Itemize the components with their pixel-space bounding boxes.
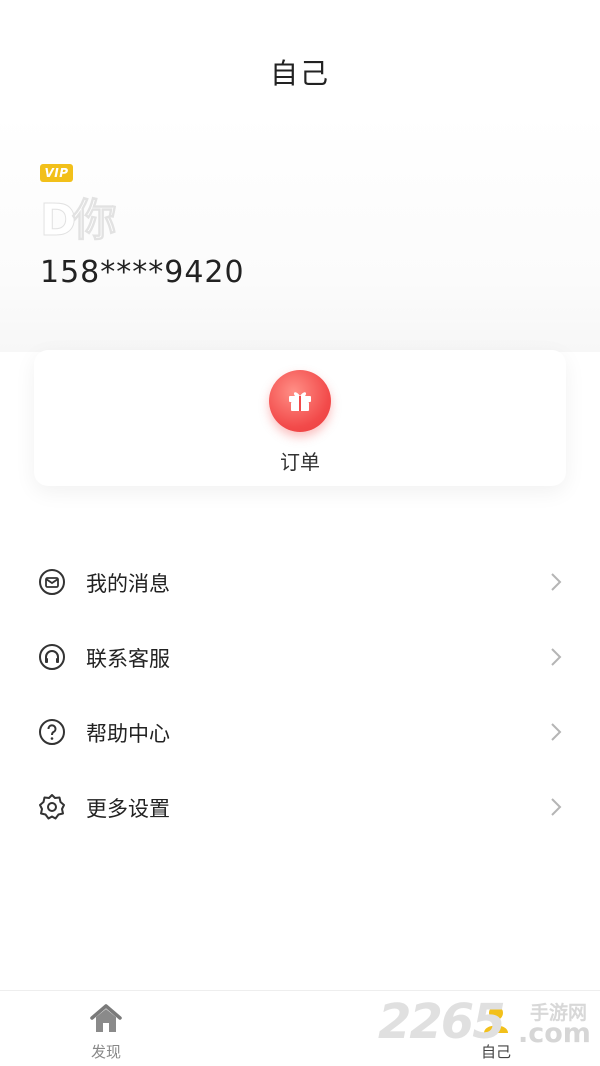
chevron-right-icon — [551, 798, 562, 816]
vip-badge: VIP — [40, 164, 73, 182]
menu-item-label: 我的消息 — [86, 572, 170, 596]
home-icon — [90, 1004, 122, 1032]
chevron-right-icon — [551, 648, 562, 666]
tab-discover[interactable]: 发现 — [66, 997, 146, 1063]
help-icon — [39, 719, 65, 745]
profile-section: VIP D你 158****9420 — [0, 112, 600, 352]
menu-item-more-settings[interactable]: 更多设置 — [0, 769, 600, 844]
menu-item-label: 联系客服 — [86, 647, 170, 671]
watermark-number: 2265 — [378, 994, 506, 1050]
menu-item-help-center[interactable]: 帮助中心 — [0, 694, 600, 769]
headset-icon — [39, 644, 65, 670]
gear-icon — [39, 794, 65, 820]
nickname-logo[interactable]: D你 — [40, 184, 117, 248]
watermark-domain: .com — [518, 1018, 591, 1049]
chevron-right-icon — [551, 723, 562, 741]
chevron-right-icon — [551, 573, 562, 591]
tab-label: 发现 — [90, 1043, 121, 1061]
phone-number: 158****9420 — [40, 255, 245, 290]
order-card[interactable]: 订单 — [34, 350, 566, 486]
menu-item-label: 帮助中心 — [86, 722, 170, 746]
top-bar: 自己 — [0, 0, 600, 112]
menu-item-messages[interactable]: 我的消息 — [0, 544, 600, 619]
vip-badge-label: VIP — [44, 166, 69, 180]
menu-item-label: 更多设置 — [86, 797, 170, 821]
page-title: 自己 — [269, 57, 330, 90]
message-icon — [39, 569, 65, 595]
menu-list: 我的消息 联系客服 帮助中心 更多设置 — [0, 544, 600, 844]
gift-icon[interactable] — [269, 370, 331, 432]
menu-item-customer-service[interactable]: 联系客服 — [0, 619, 600, 694]
order-label[interactable]: 订单 — [34, 446, 566, 475]
bottom-tab-bar: 发现 自己 — [0, 990, 600, 1066]
